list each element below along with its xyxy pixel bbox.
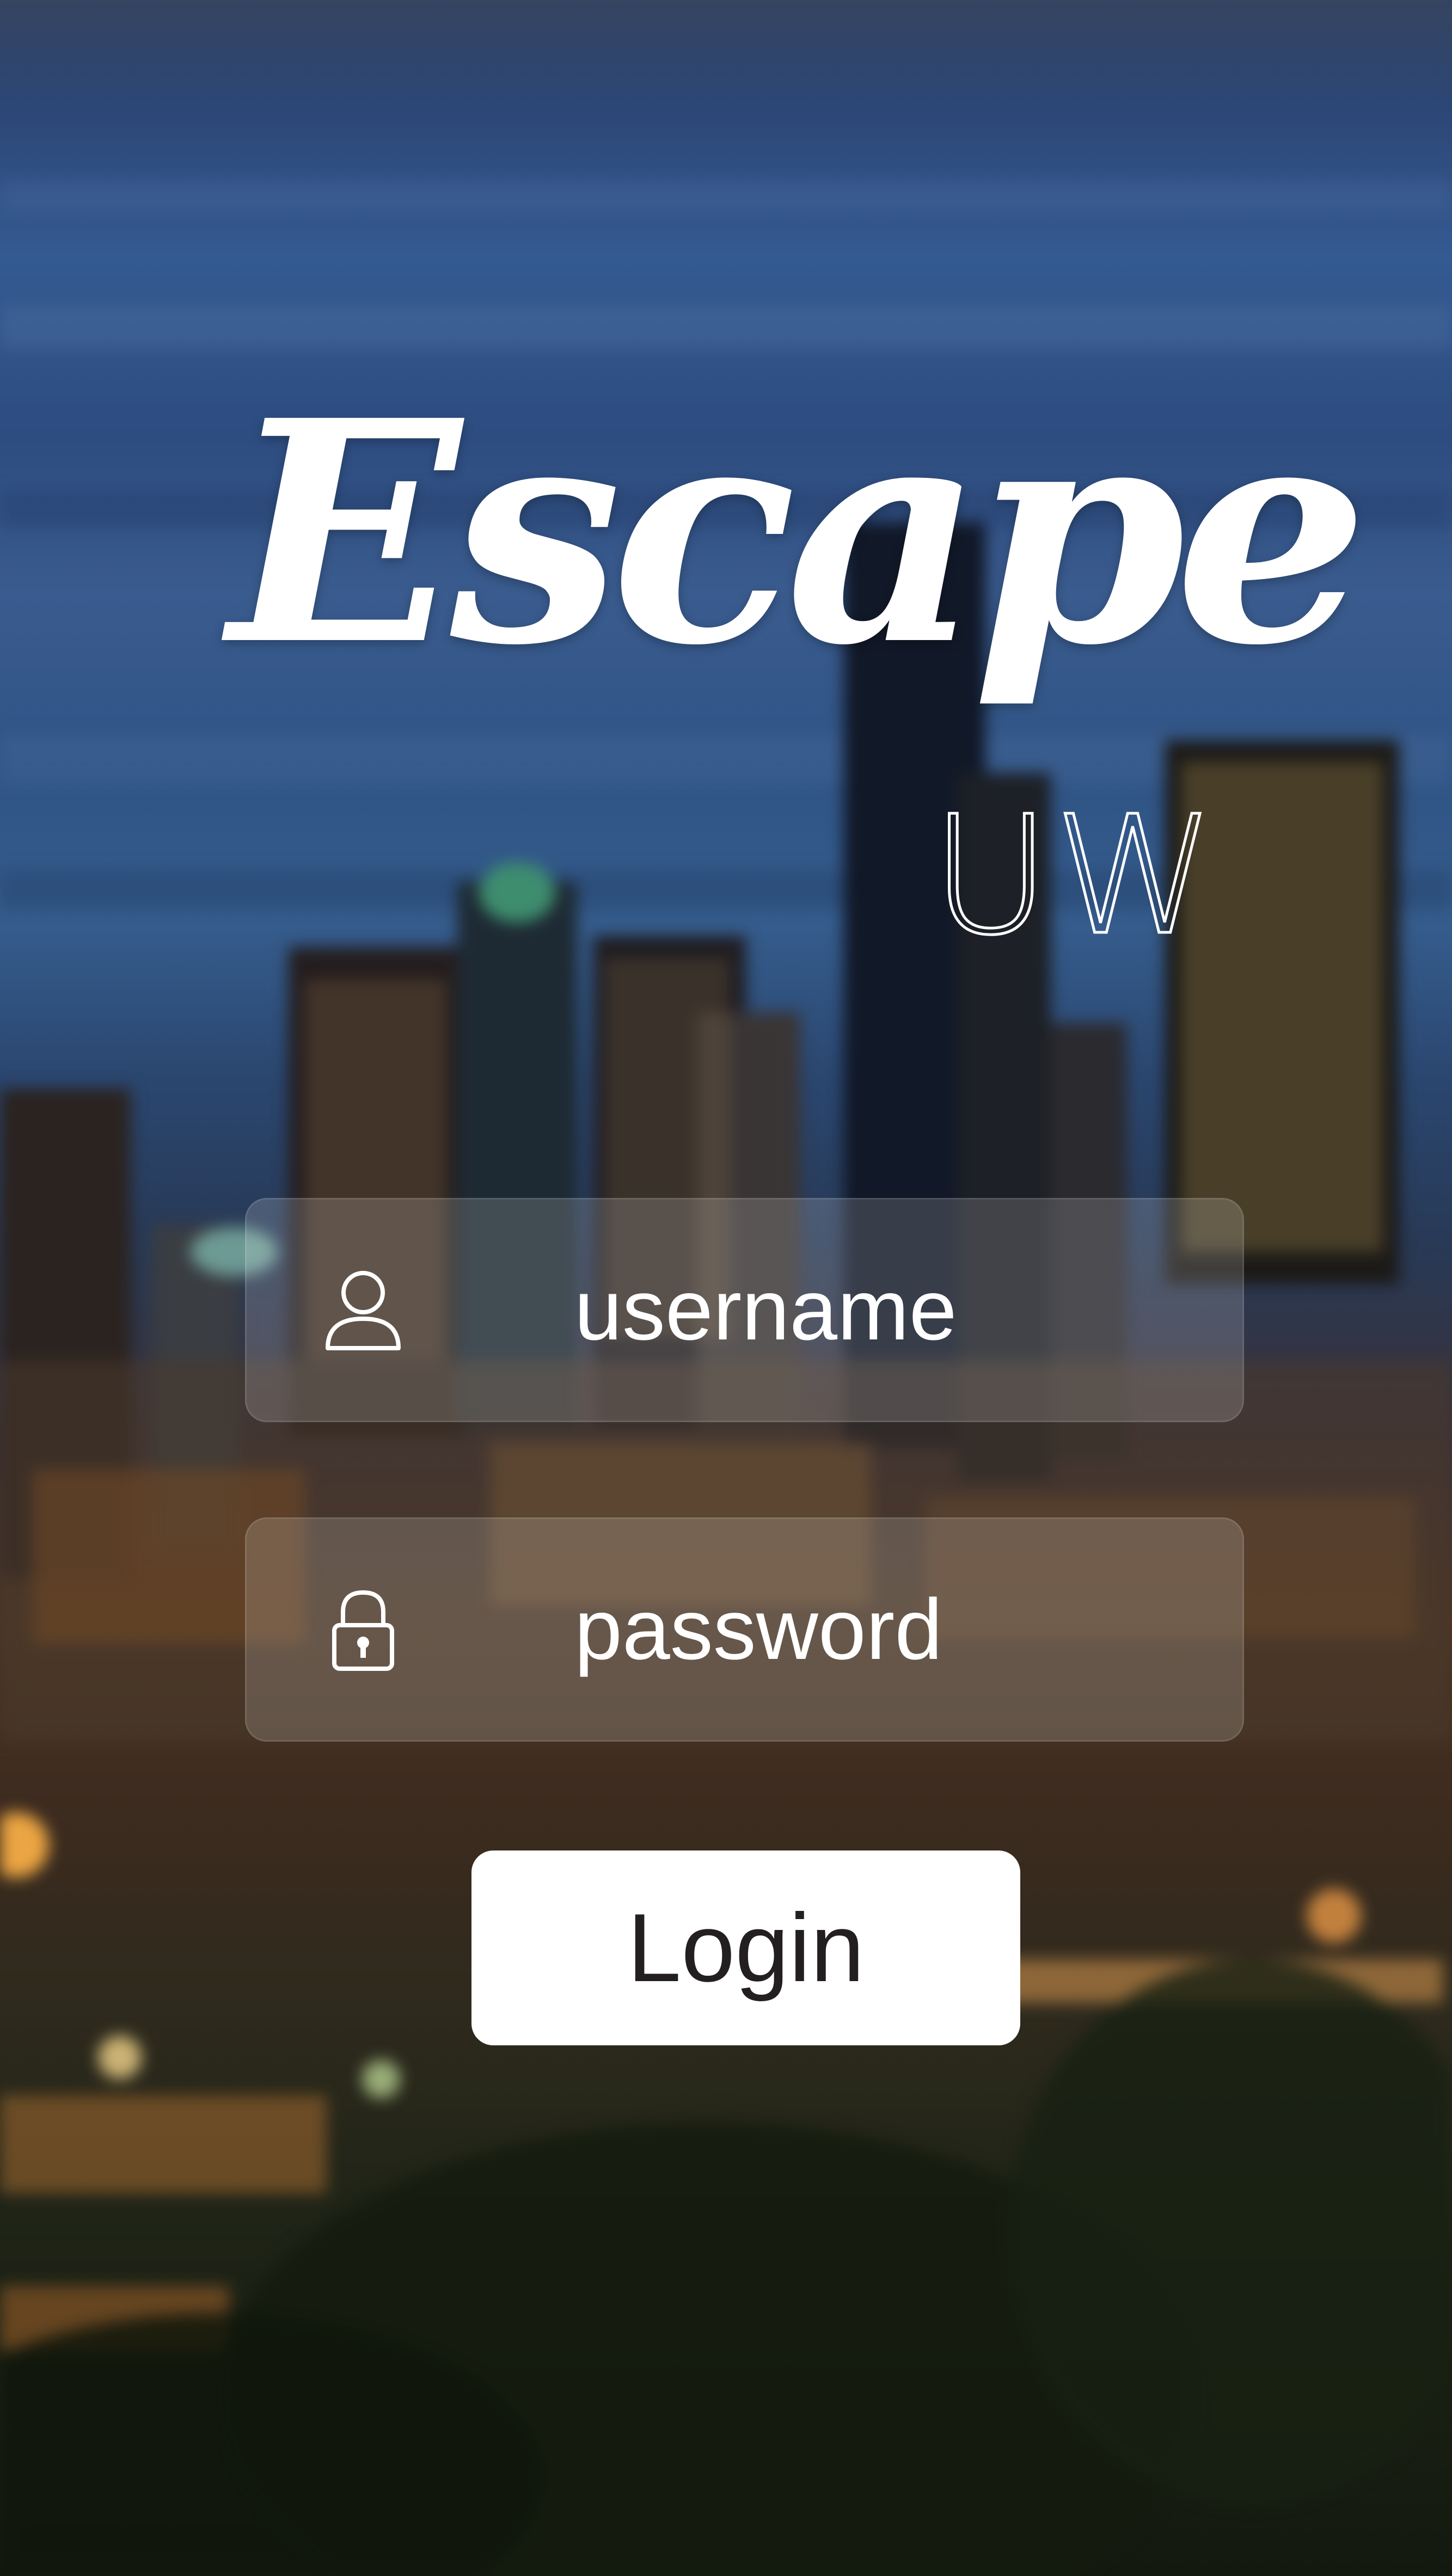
lock-icon <box>332 1590 394 1671</box>
app-logo: Escape UW <box>229 381 1369 959</box>
logo-wordmark: Escape <box>229 354 1369 712</box>
username-input[interactable]: username <box>574 1198 957 1422</box>
password-field[interactable]: password <box>245 1517 1244 1742</box>
login-screen: Escape UW username password Login <box>0 0 1452 2576</box>
logo-subtitle: UW <box>929 781 1219 971</box>
login-button-label: Login <box>627 1893 865 2002</box>
username-field[interactable]: username <box>245 1198 1244 1422</box>
user-icon <box>326 1271 401 1350</box>
login-button[interactable]: Login <box>471 1850 1020 2045</box>
password-input[interactable]: password <box>574 1517 942 1742</box>
